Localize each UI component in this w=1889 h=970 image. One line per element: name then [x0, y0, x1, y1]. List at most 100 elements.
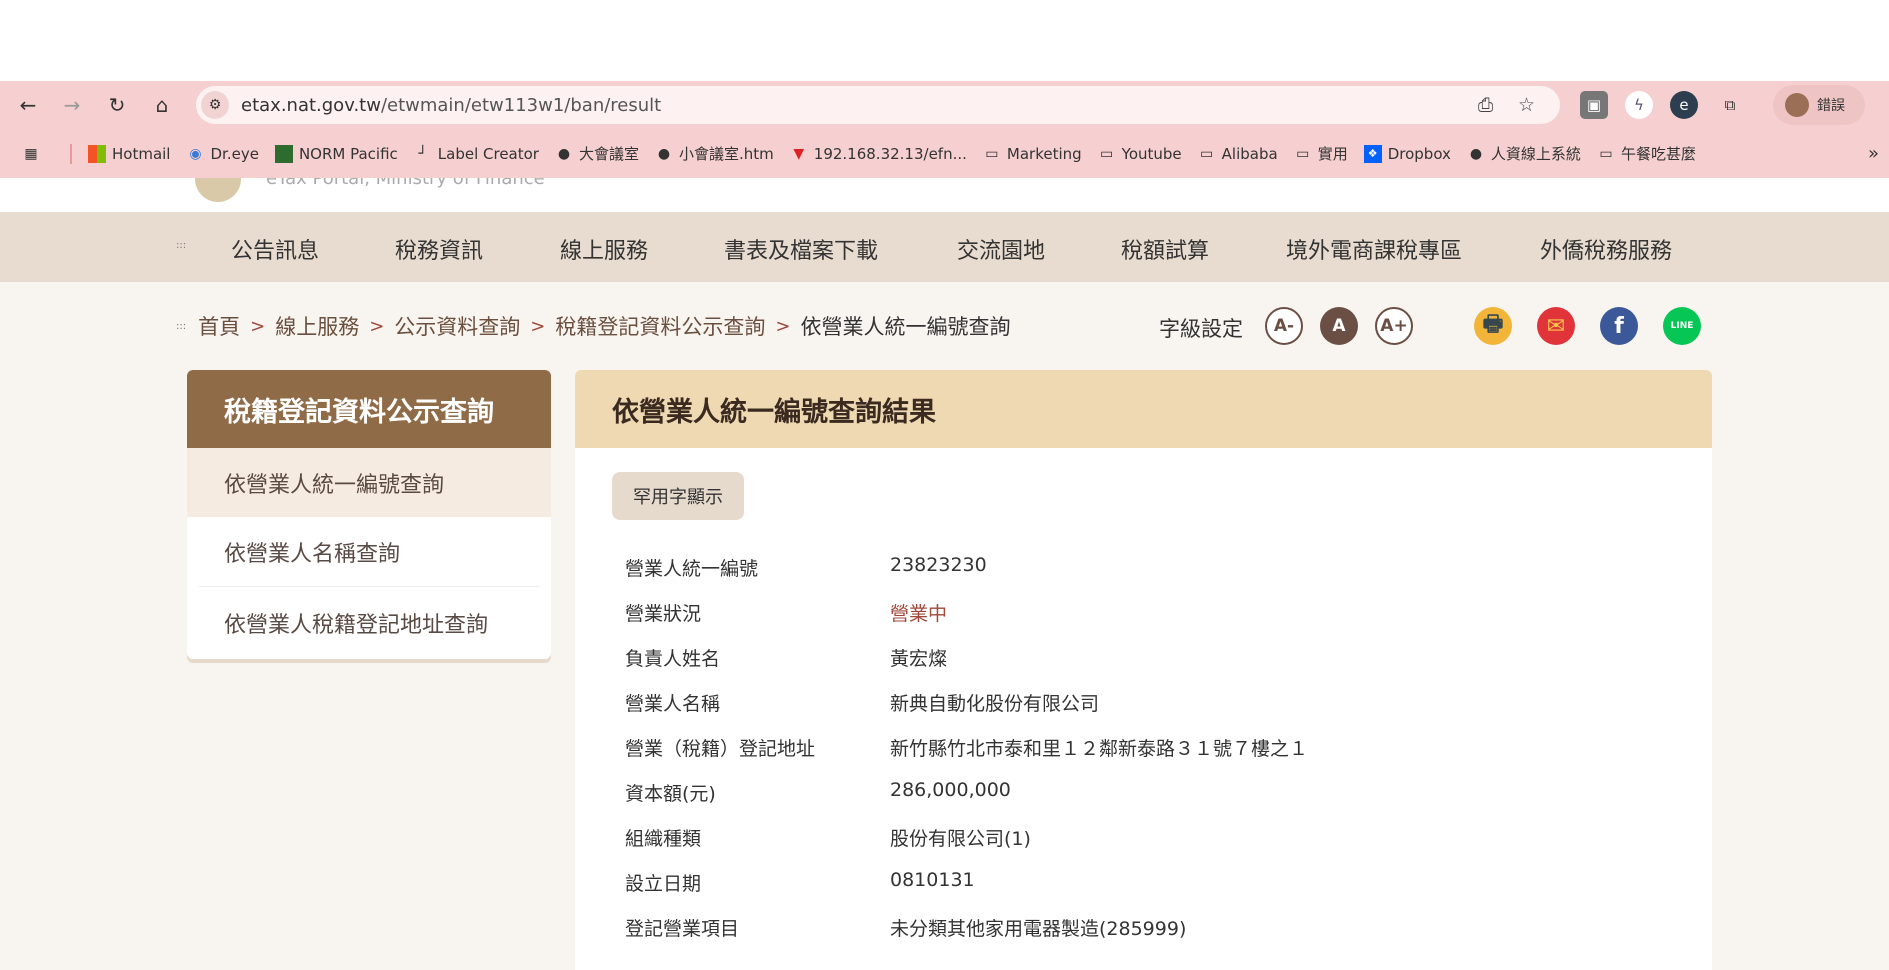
print-icon[interactable]: 🖶: [1474, 307, 1512, 345]
reload-icon[interactable]: ↻: [105, 93, 129, 117]
nav-tax-info[interactable]: 稅務資訊: [395, 233, 483, 265]
dreye-icon: ◉: [189, 145, 202, 162]
main-nav: ::: 公告訊息 稅務資訊 線上服務 書表及檔案下載 交流園地 稅額試算 境外電…: [0, 212, 1889, 282]
row-label: 營業人名稱: [625, 693, 721, 715]
row-value: 黃宏燦: [890, 648, 948, 670]
accesskey-marker: :::: [176, 240, 187, 251]
divider: [70, 143, 72, 164]
font-smaller-button[interactable]: A-: [1265, 307, 1303, 345]
nav-forms-download[interactable]: 書表及檔案下載: [724, 233, 878, 265]
font-larger-button[interactable]: A+: [1375, 307, 1413, 345]
efn-icon: ▼: [793, 145, 805, 162]
site-logo[interactable]: [195, 178, 241, 202]
extension-lightning-icon[interactable]: ϟ: [1625, 91, 1653, 119]
result-row: 營業人統一編號 23823230: [625, 554, 987, 581]
facebook-icon[interactable]: f: [1600, 307, 1638, 345]
result-row: 資本額(元) 286,000,000: [625, 779, 1011, 806]
row-label: 營業人統一編號: [625, 558, 759, 580]
page-top-blank: [0, 0, 1889, 81]
row-label: 營業狀況: [625, 603, 702, 625]
dropbox-icon: ❖: [1363, 144, 1382, 163]
breadcrumb-public-data[interactable]: 公示資料查詢: [394, 311, 520, 341]
row-value: 新典自動化股份有限公司: [890, 693, 1100, 715]
bookmark-dreye[interactable]: ◉ Dr.eye: [186, 145, 259, 163]
forward-icon[interactable]: →: [60, 93, 84, 117]
bookmark-star-icon[interactable]: ☆: [1518, 94, 1535, 116]
globe-icon: ●: [657, 145, 671, 162]
install-app-icon[interactable]: ⎙: [1478, 94, 1493, 116]
more-bookmarks-icon[interactable]: »: [1868, 143, 1879, 164]
font-size-label: 字級設定: [1159, 317, 1243, 341]
row-value: 未分類其他家用電器製造(285999): [890, 918, 1187, 940]
row-value: 286,000,000: [890, 779, 1011, 801]
bookmark-ip[interactable]: ▼ 192.168.32.13/efn...: [790, 145, 967, 163]
extension-icon[interactable]: ▣: [1580, 91, 1608, 119]
nav-tax-calculator[interactable]: 稅額試算: [1121, 233, 1209, 265]
profile-label: 錯誤: [1817, 98, 1845, 114]
site-settings-icon[interactable]: ⚙: [201, 91, 229, 119]
bookmark-marketing[interactable]: ▭ Marketing: [983, 145, 1081, 163]
result-row: 負責人姓名 黃宏燦: [625, 644, 947, 671]
bookmark-alibaba[interactable]: ▭ Alibaba: [1198, 145, 1278, 163]
breadcrumb-tax-registration[interactable]: 稅籍登記資料公示查詢: [555, 311, 765, 341]
address-bar[interactable]: ⚙ etax.nat.gov.tw/etwmain/etw113w1/ban/r…: [196, 86, 1560, 124]
folder-icon: ▭: [1100, 145, 1114, 162]
extension-e-icon[interactable]: e: [1670, 91, 1698, 119]
bookmarks-bar: ▦ Hotmail ◉ Dr.eye NORM Pacific ┘ Label Cr…: [0, 129, 1889, 178]
sidebar-item-by-name[interactable]: 依營業人名稱查詢: [187, 517, 551, 586]
rare-char-display-button[interactable]: 罕用字顯示: [612, 472, 744, 520]
norm-icon: [274, 144, 293, 163]
breadcrumb-home[interactable]: 首頁: [198, 311, 240, 341]
result-row: 登記營業項目 未分類其他家用電器製造(285999): [625, 914, 1186, 941]
bookmark-small-meeting-room[interactable]: ● 小會議室.htm: [655, 143, 774, 164]
bookmark-big-meeting-room[interactable]: ● 大會議室: [555, 143, 639, 164]
bookmark-hr[interactable]: ● 人資線上系統: [1467, 143, 1581, 164]
site-logo-text: eTax Portal, Ministry of Finance: [266, 178, 545, 189]
row-label: 組織種類: [625, 828, 702, 850]
result-row: 設立日期 0810131: [625, 869, 975, 896]
globe-icon: ●: [1469, 145, 1483, 162]
row-label: 負責人姓名: [625, 648, 721, 670]
browser-toolbar: ← → ↻ ⌂ ⚙ etax.nat.gov.tw/etwmain/etw113…: [0, 81, 1889, 129]
sidebar: 稅籍登記資料公示查詢 依營業人統一編號查詢 依營業人名稱查詢 依營業人稅籍登記地…: [187, 370, 551, 659]
bookmark-hotmail[interactable]: Hotmail: [88, 144, 170, 163]
url-host: etax.nat.gov.tw: [241, 94, 381, 116]
home-icon[interactable]: ⌂: [150, 93, 174, 117]
result-row: 營業人名稱 新典自動化股份有限公司: [625, 689, 1099, 716]
microsoft-icon: [88, 144, 106, 163]
nav-announcements[interactable]: 公告訊息: [231, 233, 319, 265]
result-row: 組織種類 股份有限公司(1): [625, 824, 1031, 851]
bookmark-useful[interactable]: ▭ 實用: [1294, 143, 1348, 164]
site-header: eTax Portal, Ministry of Finance: [0, 178, 1889, 212]
sidebar-title: 稅籍登記資料公示查詢: [187, 370, 551, 448]
bookmark-dropbox[interactable]: ❖ Dropbox: [1363, 144, 1451, 163]
breadcrumb-current: 依營業人統一編號查詢: [800, 315, 1011, 339]
nav-online-services[interactable]: 線上服務: [560, 233, 648, 265]
result-panel: 依營業人統一編號查詢結果 罕用字顯示 營業人統一編號 23823230 營業狀況 營業…: [575, 370, 1712, 970]
profile-button[interactable]: 錯誤: [1773, 85, 1865, 125]
bookmark-label-creator[interactable]: ┘ Label Creator: [414, 145, 539, 163]
row-label: 設立日期: [625, 873, 702, 895]
sidebar-item-by-address[interactable]: 依營業人稅籍登記地址查詢: [187, 587, 551, 659]
extensions-puzzle-icon[interactable]: ⧉: [1716, 91, 1744, 119]
bookmark-norm-pacific[interactable]: NORM Pacific: [274, 144, 398, 163]
mail-icon[interactable]: ✉: [1537, 307, 1575, 345]
bookmark-youtube[interactable]: ▭ Youtube: [1098, 145, 1182, 163]
font-normal-button[interactable]: A: [1320, 307, 1358, 345]
apps-icon[interactable]: ▦: [22, 145, 40, 163]
breadcrumb: ::: 首頁 > 線上服務 > 公示資料查詢 > 稅籍登記資料公示查詢 > 依營業人統一…: [176, 311, 1010, 341]
back-icon[interactable]: ←: [16, 93, 40, 117]
line-icon[interactable]: LINE: [1663, 307, 1701, 345]
avatar: [1785, 93, 1809, 117]
nav-forum[interactable]: 交流園地: [957, 233, 1045, 265]
breadcrumb-online-services[interactable]: 線上服務: [275, 311, 359, 341]
result-row: 營業狀況 營業中: [625, 599, 947, 626]
folder-icon: ▭: [985, 145, 999, 162]
url-path: /etwmain/etw113w1/ban/result: [380, 94, 662, 116]
status-value: 營業中: [890, 603, 948, 625]
globe-icon: ●: [557, 145, 571, 162]
bookmark-lunch[interactable]: ▭ 午餐吃甚麼: [1597, 143, 1696, 164]
nav-cross-border-ecommerce[interactable]: 境外電商課稅專區: [1286, 233, 1462, 265]
nav-foreigner-services[interactable]: 外僑稅務服務: [1540, 233, 1672, 265]
sidebar-item-by-ban[interactable]: 依營業人統一編號查詢: [187, 448, 551, 517]
